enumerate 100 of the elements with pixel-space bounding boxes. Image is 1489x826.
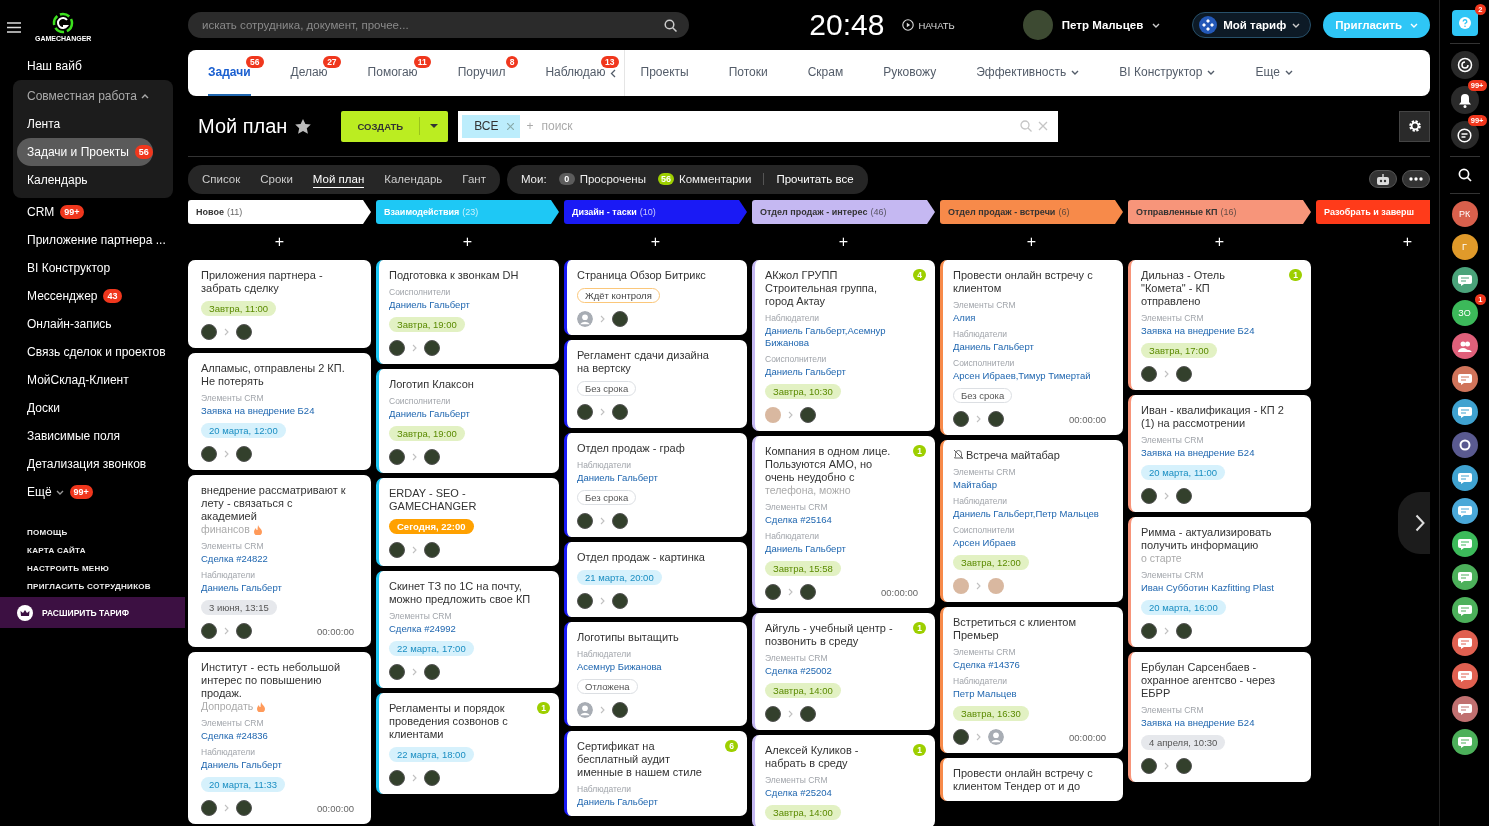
menu-icon[interactable]	[7, 21, 21, 33]
chat-avatar[interactable]	[1451, 366, 1478, 392]
sidebar-item[interactable]: Наш вайб	[17, 52, 172, 80]
chat-avatar[interactable]	[1451, 531, 1478, 557]
tab[interactable]: Потоки	[728, 50, 768, 96]
deadline-tag[interactable]: Завтра, 15:58	[765, 561, 841, 576]
chat-avatar[interactable]	[1451, 630, 1478, 656]
sidebar-item[interactable]: BI Конструктор	[17, 254, 172, 282]
view-tab[interactable]: Календарь	[384, 171, 443, 187]
field-link[interactable]: Даниель Гальберт	[953, 341, 1034, 353]
sidebar-item[interactable]: Ещё 99+	[17, 478, 172, 506]
upgrade-button[interactable]: РАСШИРИТЬ ТАРИФ	[0, 597, 185, 628]
task-card[interactable]: Сертификат на бесплатный аудит именные в нашем стиле 6 Наблюдатели Даниель Гальберт	[564, 731, 747, 816]
sidebar-item[interactable]: Мессенджер 43	[17, 282, 172, 310]
deadline-tag[interactable]: Завтра, 16:30	[953, 706, 1029, 721]
deadline-tag[interactable]: Завтра, 10:30	[765, 384, 841, 399]
task-card[interactable]: Алпамыс, отправлены 2 КП. Не потерять Элементы CRM Заявка на внедрение Б24 20 марта, 12:00	[188, 353, 371, 470]
sidebar-item[interactable]: Детализация звонков	[17, 450, 172, 478]
notifications-button[interactable]	[1450, 86, 1479, 114]
tab[interactable]: Эффективность	[976, 50, 1080, 96]
refresh-button[interactable]	[1450, 51, 1479, 79]
chat-avatar[interactable]	[1451, 267, 1478, 293]
counter-filter[interactable]: 56 Комментарии	[658, 173, 752, 185]
task-card[interactable]: Ербулан Сарсенбаев - охранное агентсво - через ЕБРР Элементы CRM Заявка на внедрение Б24 4 апреля, 10:30	[1128, 652, 1311, 782]
add-task-button[interactable]: +	[564, 229, 747, 255]
more-button[interactable]	[1402, 170, 1430, 188]
task-card[interactable]: Отдел продаж - картинка 21 марта, 20:00	[564, 542, 747, 617]
task-card[interactable]: Встретиться с клиентом Премьер Элементы CRM Сделка #14376 Наблюдатели Петр Мальцев Завтра, 16:30 00:00:00	[940, 607, 1123, 753]
column-header[interactable]: Дизайн - таски (10)	[564, 200, 747, 224]
chat-avatar[interactable]	[1451, 597, 1478, 623]
task-card[interactable]: Регламент сдачи дизайна на вертску Без срока	[564, 340, 747, 428]
task-card[interactable]: Институт - есть небольшой интерес по повышению продаж. Допродать Элементы CRM Сделка #24836 Наблюдатели Даниель Гальберт 20 марта, 11:33 00:00:00	[188, 652, 371, 824]
chat-avatar[interactable]	[1451, 696, 1478, 722]
deadline-tag[interactable]: Завтра, 14:00	[765, 683, 841, 698]
view-tab[interactable]: Гант	[462, 171, 486, 187]
task-card[interactable]: Дильназ - Отель "Комета" - КП отправлено 1 Элементы CRM Заявка на внедрение Б24 Завтра, 17:00	[1128, 260, 1311, 390]
scroll-right-button[interactable]	[1398, 492, 1430, 554]
chat-button[interactable]	[1450, 121, 1479, 149]
column-header[interactable]: Разобрать и заверш	[1316, 200, 1430, 224]
chat-avatar[interactable]	[1451, 564, 1478, 590]
view-tab[interactable]: Сроки	[260, 171, 293, 187]
start-day-button[interactable]: НАЧАТЬ	[896, 18, 961, 32]
deadline-tag[interactable]: Завтра, 12:00	[953, 555, 1029, 570]
task-card[interactable]: Провести онлайн встречу с клиентом Элементы CRM Алия Наблюдатели Даниель Гальберт Соисполнители Арсен Ибраев,Тимур Тимертай Без срока 00:00:00	[940, 260, 1123, 435]
field-link[interactable]: Даниель Гальберт	[765, 543, 846, 555]
field-link[interactable]: Даниель Гальберт,Петр Мальцев	[953, 508, 1099, 520]
field-link[interactable]: Асемнур Бижанова	[577, 661, 662, 673]
add-task-button[interactable]: +	[752, 229, 935, 255]
column-header[interactable]: Отдел продаж - встречи (6)	[940, 200, 1123, 224]
field-link[interactable]: Арсен Ибраев	[953, 537, 1016, 549]
task-card[interactable]: Встреча майтабар Элементы CRM Майтабар Наблюдатели Даниель Гальберт,Петр Мальцев Соисполнители Арсен Ибраев Завтра, 12:00	[940, 440, 1123, 602]
add-task-button[interactable]: +	[188, 229, 371, 255]
field-link[interactable]: Алия	[953, 312, 976, 324]
field-link[interactable]: Заявка на внедрение Б24	[1141, 325, 1255, 337]
field-link[interactable]: Арсен Ибраев,Тимур Тимертай	[953, 370, 1091, 382]
field-link[interactable]: Даниель Гальберт	[765, 366, 846, 378]
task-card[interactable]: АКжол ГРУПП Строительная группа, город Актау 4 Наблюдатели Даниель Гальберт,Асемнур Бижанова Соисполнители Даниель Гальберт Завтра, 10:30	[752, 260, 935, 431]
chat-avatar[interactable]	[1451, 663, 1478, 689]
task-card[interactable]: Логотип Клаксон Соисполнители Даниель Гальберт Завтра, 19:00	[376, 369, 559, 473]
chat-avatar[interactable]	[1451, 399, 1478, 425]
contact-avatar[interactable]: РК	[1451, 201, 1478, 227]
task-card[interactable]: Компания в одном лице. Пользуются АМО, но очень неудобно с 1 телефона, можно Элементы CRM Сделка #25164 Наблюдатели Даниель Гальберт Завтра, 15:58 00:00:00	[752, 436, 935, 608]
add-task-button[interactable]: +	[1128, 229, 1311, 255]
task-card[interactable]: Провести онлайн встречу с клиентом Тендер от и до	[940, 758, 1123, 801]
task-card[interactable]: Римма - актуализировать получить информацию о старте Элементы CRM Иван Субботин Kazfitting Plast 20 марта, 16:00	[1128, 517, 1311, 647]
field-link[interactable]: Заявка на внедрение Б24	[1141, 717, 1255, 729]
sidebar-item[interactable]: Лента	[17, 110, 169, 138]
field-link[interactable]: Даниель Гальберт	[389, 408, 470, 420]
tab[interactable]: Скрам	[807, 50, 844, 96]
read-all-link[interactable]: Прочитать все	[776, 173, 854, 185]
field-link[interactable]: Петр Мальцев	[953, 688, 1017, 700]
deadline-tag[interactable]: Завтра, 17:00	[1141, 343, 1217, 358]
field-link[interactable]: Сделка #24836	[201, 730, 268, 742]
add-task-button[interactable]: +	[1316, 229, 1430, 255]
sidebar-item[interactable]: Онлайн-запись	[17, 310, 172, 338]
field-link[interactable]: Даниель Гальберт,Асемнур Бижанова	[765, 325, 926, 349]
footer-link[interactable]: ПОМОЩЬ	[27, 528, 185, 537]
star-icon[interactable]	[295, 118, 312, 134]
footer-link[interactable]: ПРИГЛАСИТЬ СОТРУДНИКОВ	[27, 582, 185, 591]
footer-link[interactable]: НАСТРОИТЬ МЕНЮ	[27, 564, 185, 573]
sidebar-item[interactable]: CRM 99+	[17, 198, 172, 226]
task-card[interactable]: Иван - квалификация - КП 2 (1) на рассмотрении Элементы CRM Заявка на внедрение Б24 20 марта, 11:00	[1128, 395, 1311, 512]
field-link[interactable]: Сделка #24822	[201, 553, 268, 565]
task-card[interactable]: Страница Обзор Битрикс Ждёт контроля	[564, 260, 747, 335]
task-card[interactable]: Регламенты и порядок проведения созвонов с клиентами 1 22 марта, 18:00	[376, 693, 559, 794]
filter-chip[interactable]: ВСЕ	[462, 114, 521, 138]
field-link[interactable]: Даниель Гальберт	[201, 582, 282, 594]
field-link[interactable]: Заявка на внедрение Б24	[201, 405, 315, 417]
search-icon[interactable]	[1457, 168, 1472, 182]
task-card[interactable]: Скинет ТЗ по 1С на почту, можно предложить свое КП Элементы CRM Сделка #24992 22 марта, 17:00	[376, 571, 559, 688]
field-link[interactable]: Сделка #25164	[765, 514, 832, 526]
robot-button[interactable]	[1369, 170, 1397, 188]
task-card[interactable]: ERDAY - SEO - GAMECHANGER Сегодня, 22:00	[376, 478, 559, 566]
tab[interactable]: Поручил	[457, 50, 506, 96]
field-link[interactable]: Майтабар	[953, 479, 997, 491]
chat-avatar[interactable]	[1451, 498, 1478, 524]
chat-avatar[interactable]	[1451, 729, 1478, 755]
counter-filter[interactable]: 0 Просрочены	[558, 173, 646, 185]
field-link[interactable]: Даниель Гальберт	[577, 472, 658, 484]
sidebar-item[interactable]: Доски	[17, 394, 172, 422]
